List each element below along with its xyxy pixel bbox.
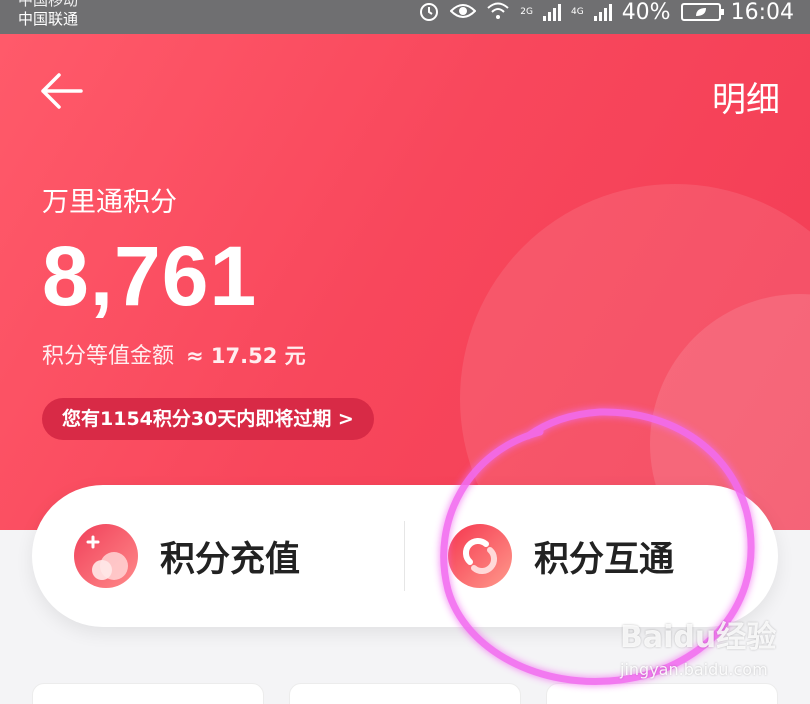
- back-button[interactable]: [36, 70, 86, 112]
- equivalent-amount: ≈ 17.52 元: [186, 344, 306, 368]
- points-exchange-button[interactable]: 积分互通: [448, 485, 674, 627]
- battery-icon: [680, 3, 724, 21]
- eye-icon: [449, 1, 477, 24]
- back-arrow-icon: [41, 73, 83, 109]
- battery-percent: 40%: [621, 0, 671, 25]
- expiring-points-notice[interactable]: 您有1154积分30天内即将过期 >: [42, 398, 374, 440]
- network-type-2: 4G: [570, 7, 584, 17]
- points-recharge-button[interactable]: 积分充值: [74, 485, 300, 627]
- equivalent-value-row: 积分等值金额 ≈ 17.52 元: [42, 338, 306, 370]
- points-action-card: 积分充值 积分互通: [32, 485, 778, 627]
- points-balance: 8,761: [42, 229, 258, 323]
- watermark-logo: Baidu经验: [620, 620, 777, 655]
- detail-link[interactable]: 明细: [712, 72, 780, 121]
- points-exchange-icon: [448, 524, 512, 588]
- signal-icon-2: [593, 3, 612, 21]
- points-exchange-label: 积分互通: [534, 539, 675, 580]
- feature-card[interactable]: [32, 683, 264, 704]
- clock: 16:04: [730, 0, 794, 25]
- feature-card[interactable]: [289, 683, 521, 704]
- points-label: 万里通积分: [42, 187, 177, 218]
- signal-icon-1: [542, 3, 561, 21]
- points-recharge-icon: [74, 524, 138, 588]
- carrier-1: 中国移动: [18, 0, 79, 9]
- wifi-icon: [486, 1, 510, 24]
- carrier-2: 中国联通: [18, 10, 79, 28]
- alarm-icon: [418, 0, 440, 25]
- watermark-url: jingyan.baidu.com: [620, 660, 768, 679]
- network-type-1: 2G: [520, 7, 533, 17]
- status-bar: 中国移动 中国联通 2G 4G 40% 16:04: [0, 0, 810, 34]
- status-indicators: 2G 4G 40% 16:04: [418, 0, 794, 25]
- action-divider: [404, 521, 405, 591]
- points-recharge-label: 积分充值: [160, 539, 301, 580]
- watermark: Baidu经验 jingyan.baidu.com: [620, 612, 800, 700]
- equivalent-label: 积分等值金额: [42, 344, 175, 369]
